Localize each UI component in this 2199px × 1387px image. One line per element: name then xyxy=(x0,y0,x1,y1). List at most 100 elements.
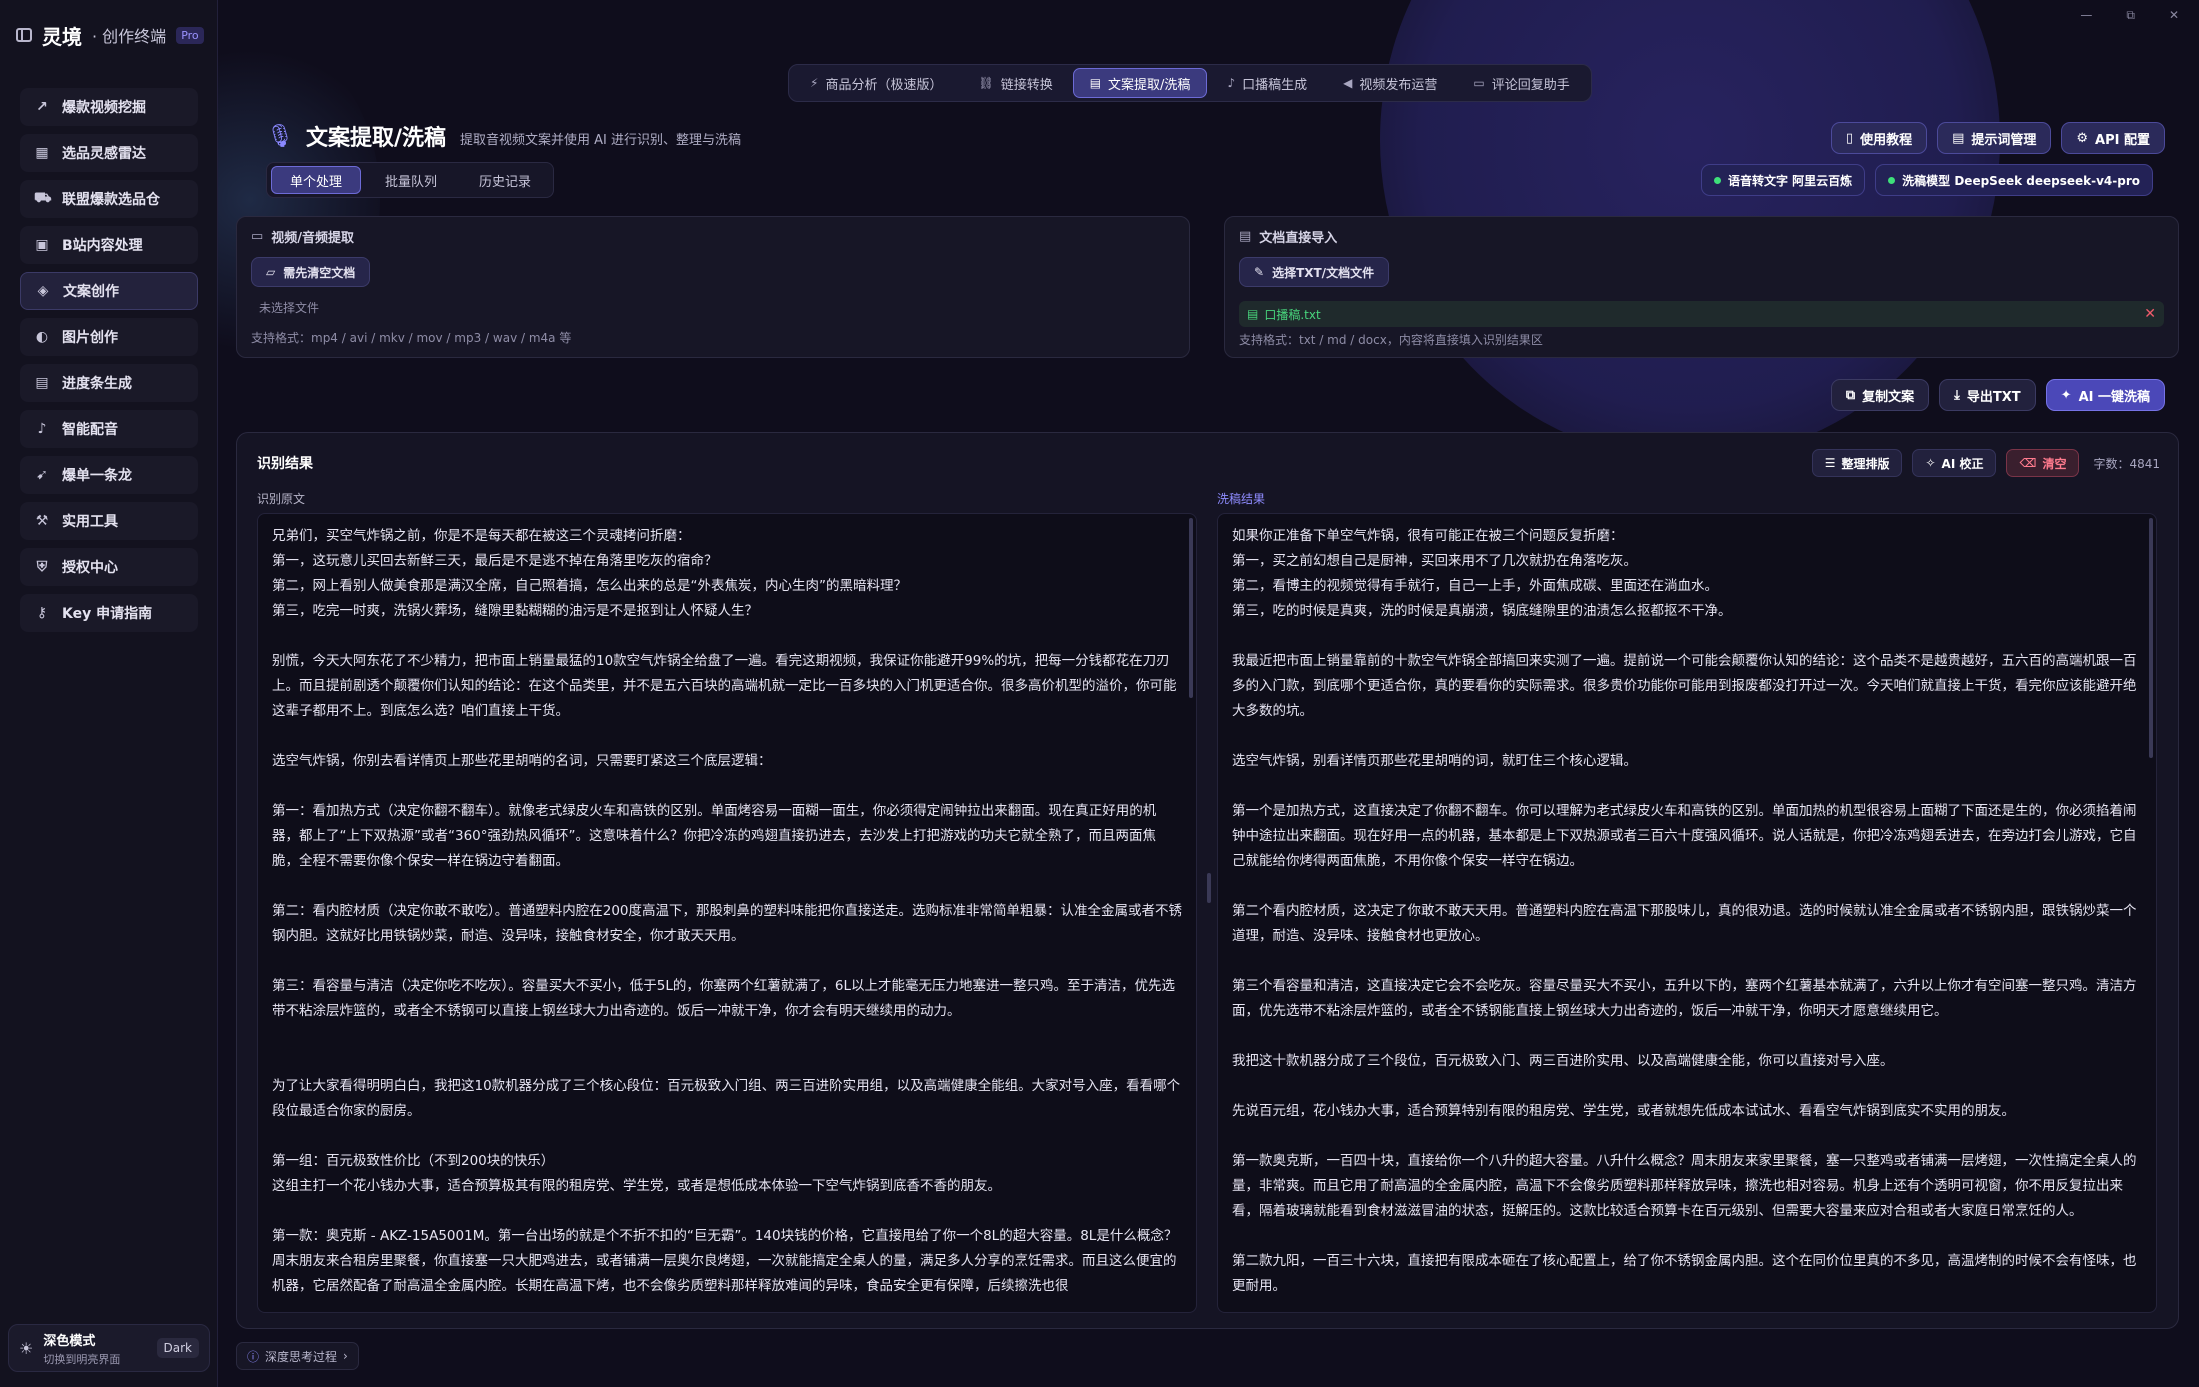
page-header: 🎙 文案提取/洗稿 提取音视频文案并使用 AI 进行识别、整理与洗稿 xyxy=(266,120,741,152)
action-button-0[interactable]: ⧉ 复制文案 xyxy=(1830,379,1930,411)
header-button-label: API 配置 xyxy=(2095,132,2150,148)
sidebar-item-11[interactable]: ⚷ Key 申请指南 xyxy=(20,594,198,632)
choose-file-button[interactable]: ✎ 选择TXT/文档文件 xyxy=(1239,257,1390,287)
grid-icon: ▤ xyxy=(35,375,49,391)
top-tab-label: 口播稿生成 xyxy=(1242,77,1308,93)
deep-thinking-toggle[interactable]: ⓘ 深度思考过程 › xyxy=(236,1342,359,1370)
model-pill-0[interactable]: 语音转文字 阿里云百炼 xyxy=(1700,164,1866,196)
action-icon: ⤓ xyxy=(1954,387,1960,403)
top-tab-label: 评论回复助手 xyxy=(1491,77,1570,93)
rewrite-label: 洗稿结果 xyxy=(1217,492,1266,506)
sub-tab-2[interactable]: 历史记录 xyxy=(461,166,549,194)
sub-tab-1[interactable]: 批量队列 xyxy=(367,166,455,194)
rewrite-scrollbar[interactable] xyxy=(2149,518,2153,758)
sidebar-nav: ↗ 爆款视频挖掘 ▦ 选品灵感雷达 ⛟ 联盟爆款选品仓 ▣ B站内容处理 ◈ 文案创作 ◐ 图片创作 ▤… xyxy=(20,88,198,640)
result-tool-0[interactable]: ☰ 整理排版 xyxy=(1811,449,1903,477)
text-paragraph: 选空气炸锅，你别去看详情页上那些花里胡哨的名词，只需要盯紧这三个底层逻辑： xyxy=(272,753,772,769)
header-button-1[interactable]: ▤ 提示词管理 xyxy=(1937,122,2052,154)
text-paragraph: 第二：看内腔材质（决定你敢不敢吃）。普通塑料内腔在200度高温下，那股刺鼻的塑料… xyxy=(272,903,1183,944)
tab-icon: ⛓ xyxy=(978,76,994,90)
sub-tab-0[interactable]: 单个处理 xyxy=(271,166,362,194)
top-tab-label: 视频发布运营 xyxy=(1359,77,1438,93)
text-paragraph: 为了让大家看得明明白白，我把这10款机器分成了三个核心段位：百元极致入门组、两三… xyxy=(272,1078,1181,1119)
header-button-0[interactable]: ▯ 使用教程 xyxy=(1830,122,1928,154)
sidebar-item-label: 文案创作 xyxy=(63,284,119,300)
text-paragraph: 第一：看加热方式（决定你翻不翻车）。就像老式绿皮火车和高铁的区别。单面烤容易一面… xyxy=(272,803,1157,869)
doc-formats: 支持格式：txt / md / docx，内容将直接填入识别结果区 xyxy=(1239,333,1543,347)
sidebar-item-6[interactable]: ▤ 进度条生成 xyxy=(20,364,198,402)
action-label: 复制文案 xyxy=(1862,389,1915,405)
text-paragraph: 第三个看容量和清洁，这直接决定它会不会吃灰。容量尽量买大不买小，五升以下的，塞两… xyxy=(1232,978,2137,1019)
text-paragraph: 第一款奥克斯，一百四十块，直接给你一个八升的超大容量。八升什么概念？周末朋友来家… xyxy=(1232,1153,2137,1219)
top-tab-4[interactable]: ◀ 视频发布运营 xyxy=(1327,68,1453,98)
tool-label: 整理排版 xyxy=(1841,456,1890,471)
rewrite-text-area[interactable]: 如果你正准备下单空气炸锅，很有可能正在被三个问题反复折磨： 第一，买之前幻想自己… xyxy=(1217,513,2157,1313)
text-paragraph: 先说百元组，花小钱办大事，适合预算特别有限的租房党、学生党，或者就想先低成本试试… xyxy=(1232,1103,2015,1119)
choose-file-label: 选择TXT/文档文件 xyxy=(1272,265,1375,280)
sidebar-item-1[interactable]: ▦ 选品灵感雷达 xyxy=(20,134,198,172)
sidebar-item-3[interactable]: ▣ B站内容处理 xyxy=(20,226,198,264)
edit-icon: ✎ xyxy=(1254,265,1265,279)
original-scrollbar[interactable] xyxy=(1189,518,1193,698)
text-paragraph: 兄弟们，买空气炸锅之前，你是不是每天都在被这三个灵魂拷问折磨： 第一，这玩意儿买… xyxy=(272,528,907,619)
action-button-1[interactable]: ⤓ 导出TXT xyxy=(1939,379,2036,411)
sub-tabs: 单个处理 批量队列 历史记录 xyxy=(266,162,555,198)
sidebar-toggle-icon[interactable] xyxy=(16,28,32,42)
sidebar-item-label: 选品灵感雷达 xyxy=(62,146,146,162)
tool-label: 清空 xyxy=(2042,456,2067,471)
chevron-right-icon: › xyxy=(343,1349,348,1363)
clear-doc-first-button[interactable]: ▱ 需先清空文档 xyxy=(251,257,371,287)
sidebar-item-5[interactable]: ◐ 图片创作 xyxy=(20,318,198,356)
sidebar-item-0[interactable]: ↗ 爆款视频挖掘 xyxy=(20,88,198,126)
trending-icon: ↗ xyxy=(36,99,48,115)
sidebar-item-7[interactable]: ♪ 智能配音 xyxy=(20,410,198,448)
header-button-icon: ▯ xyxy=(1845,130,1854,146)
original-text-area[interactable]: 兄弟们，买空气炸锅之前，你是不是每天都在被这三个灵魂拷问折磨： 第一，这玩意儿买… xyxy=(257,513,1197,1313)
video-icon: ▭ xyxy=(251,229,264,244)
header-button-2[interactable]: ⚙ API 配置 xyxy=(2061,122,2165,154)
model-pill-1[interactable]: 洗稿模型 DeepSeek deepseek-v4-pro xyxy=(1875,164,2153,196)
text-paragraph: 别慌，今天大阿东花了不少精力，把市面上销量最猛的10款空气炸锅全给盘了一遍。看完… xyxy=(272,653,1177,719)
selected-file: ▤ 口播稿.txt ✕ xyxy=(1239,301,2164,327)
info-icon: ⓘ xyxy=(247,1349,260,1364)
action-label: AI 一键洗稿 xyxy=(2078,389,2150,405)
window-controls: — ⧉ ✕ xyxy=(2080,8,2179,23)
close-icon[interactable]: ✕ xyxy=(2169,8,2179,23)
action-button-2[interactable]: ✦ AI 一键洗稿 xyxy=(2045,379,2165,411)
action-icon: ✦ xyxy=(2060,387,2072,403)
tab-icon: ▤ xyxy=(1089,76,1102,90)
top-tab-0[interactable]: ⚡ 商品分析（极速版） xyxy=(794,68,958,98)
header-button-label: 使用教程 xyxy=(1860,132,1913,148)
top-tab-label: 链接转换 xyxy=(1000,77,1053,93)
sidebar-item-label: 进度条生成 xyxy=(62,376,132,392)
top-tab-2[interactable]: ▤ 文案提取/洗稿 xyxy=(1072,68,1208,98)
mic-icon: 🎙 xyxy=(266,123,294,149)
top-tab-3[interactable]: ♪ 口播稿生成 xyxy=(1211,68,1323,98)
result-tool-1[interactable]: ✧ AI 校正 xyxy=(1912,449,1997,477)
text-paragraph: 选空气炸锅，别看详情页那些花里胡哨的词，就盯住三个核心逻辑。 xyxy=(1232,753,1637,769)
sidebar-item-label: B站内容处理 xyxy=(62,238,143,254)
calendar-icon: ▦ xyxy=(35,145,49,161)
sidebar-item-label: 授权中心 xyxy=(62,560,118,576)
tool-label: AI 校正 xyxy=(1941,456,1984,471)
sidebar-item-label: 图片创作 xyxy=(62,330,118,346)
sidebar-item-9[interactable]: ⚒ 实用工具 xyxy=(20,502,198,540)
result-tool-2[interactable]: ⌫ 清空 xyxy=(2006,449,2080,477)
deep-thinking-label: 深度思考过程 xyxy=(265,1349,338,1364)
split-handle[interactable] xyxy=(1207,873,1211,903)
sidebar-item-4[interactable]: ◈ 文案创作 xyxy=(20,272,198,310)
maximize-icon[interactable]: ⧉ xyxy=(2126,8,2135,23)
file-icon: ▤ xyxy=(1247,307,1259,321)
page-subtitle: 提取音视频文案并使用 AI 进行识别、整理与洗稿 xyxy=(459,132,741,148)
remove-file-icon[interactable]: ✕ xyxy=(2144,306,2156,322)
action-icon: ⧉ xyxy=(1845,387,1856,403)
result-tools: ☰ 整理排版 ✧ AI 校正 ⌫ 清空 字数：4841 xyxy=(1811,449,2160,477)
sidebar-item-8[interactable]: ➹ 爆单一条龙 xyxy=(20,456,198,494)
top-tab-5[interactable]: ▭ 评论回复助手 xyxy=(1457,68,1585,98)
sidebar-item-10[interactable]: ⛨ 授权中心 xyxy=(20,548,198,586)
minimize-icon[interactable]: — xyxy=(2080,8,2092,23)
theme-badge[interactable]: Dark xyxy=(156,1338,199,1358)
theme-toggle[interactable]: ☀ 深色模式 切换到明亮界面 Dark xyxy=(8,1324,210,1372)
top-tab-1[interactable]: ⛓ 链接转换 xyxy=(962,68,1068,98)
sidebar-item-2[interactable]: ⛟ 联盟爆款选品仓 xyxy=(20,180,198,218)
